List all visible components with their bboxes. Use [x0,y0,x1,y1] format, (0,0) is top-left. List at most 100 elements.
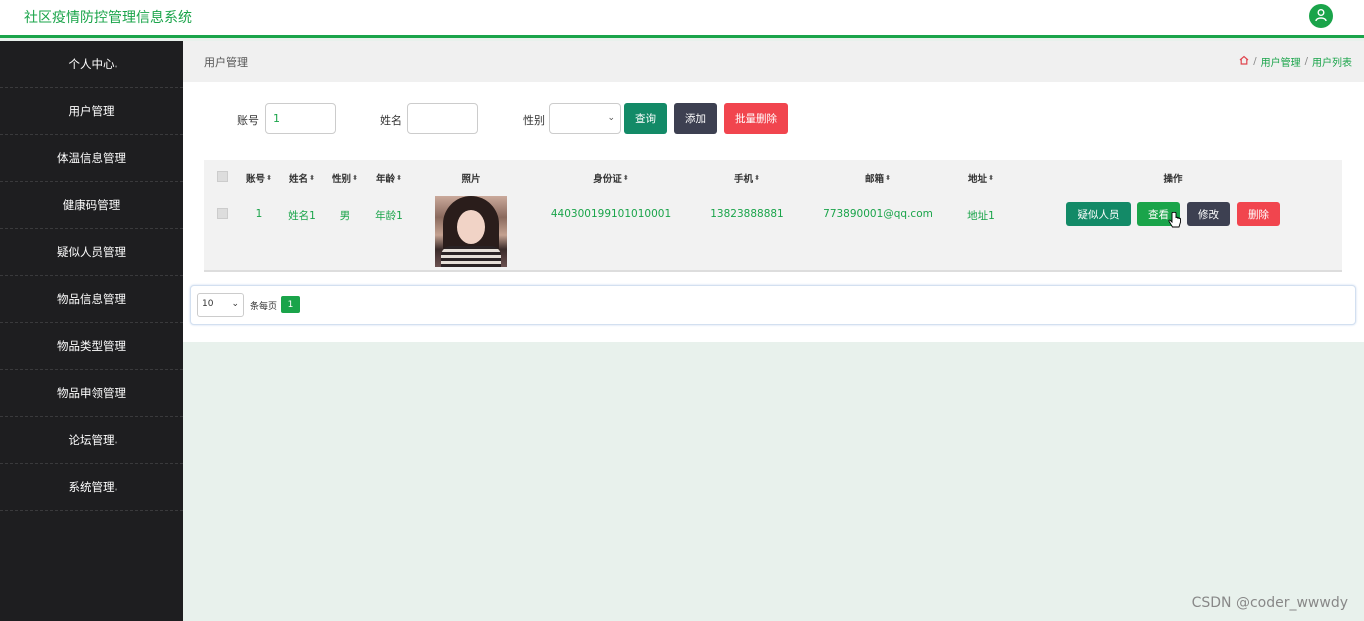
header-label: 年龄 [376,174,396,185]
sort-icon: ⬍ [622,174,629,182]
pagination: 10 ⌄ 条每页 1 [190,285,1356,325]
header-label: 姓名 [289,174,309,185]
sort-icon: ⬍ [309,174,315,182]
column-header-name[interactable]: 姓名 ⬍ [289,171,315,185]
sidebar-item-label: 论坛管理 [68,433,115,447]
sidebar-item-label: 用户管理 [68,104,115,118]
sidebar-item-forum[interactable]: 论坛管理 • [0,417,183,464]
search-form: 账号 1 姓名 性别 ⌄ 查询 添加 批量删除 [183,103,1364,135]
header-label: 账号 [246,174,266,185]
menu-dot-icon: • [110,110,115,118]
cell-name: 姓名1 [288,210,316,222]
breadcrumb-separator: / [1304,56,1308,67]
cell-phone: 13823888881 [710,208,784,220]
gender-select[interactable]: ⌄ [549,103,621,134]
account-input[interactable]: 1 [265,103,336,134]
app-title: 社区疫情防控管理信息系统 [24,10,192,26]
sidebar-item-label: 健康码管理 [62,198,121,212]
sort-icon: ⬍ [754,174,760,182]
main-content: 用户管理 / 用户管理 / 用户列表 账号 1 姓名 性别 ⌄ 查询 添加 批量… [183,41,1364,342]
menu-dot-icon: • [114,486,119,494]
header-label: 地址 [968,174,988,185]
breadcrumb-separator: / [1253,56,1257,67]
cell-email: 773890001@qq.com [823,208,933,220]
sidebar-item-goods-info[interactable]: 物品信息管理 • [0,276,183,323]
page-size-select[interactable]: 10 ⌄ [197,293,244,317]
sort-icon: ⬍ [885,174,891,182]
sort-icon: ⬍ [352,174,358,182]
menu-dot-icon: • [114,204,119,212]
column-header-email[interactable]: 邮箱 ⬍ [865,171,891,185]
user-avatar[interactable] [1309,4,1333,28]
suspected-button[interactable]: 疑似人员 [1066,202,1131,226]
account-label: 账号 [237,114,259,127]
header-label: 手机 [734,174,754,185]
chevron-down-icon: ⌄ [231,299,239,309]
column-header-address[interactable]: 地址 ⬍ [968,171,994,185]
name-input[interactable] [407,103,478,134]
sidebar-item-personal-center[interactable]: 个人中心 • [0,41,183,88]
column-header-gender[interactable]: 性别 ⬍ [332,171,358,185]
column-header-actions: 操作 [1163,171,1182,185]
name-label: 姓名 [380,114,402,127]
add-button[interactable]: 添加 [674,103,717,134]
sidebar-item-suspected[interactable]: 疑似人员管理 • [0,229,183,276]
header-label: 邮箱 [865,174,885,185]
page-title: 用户管理 [204,56,248,69]
cell-gender: 男 [339,210,351,222]
query-button[interactable]: 查询 [624,103,667,134]
sort-icon: ⬍ [266,174,272,182]
sidebar-item-temperature[interactable]: 体温信息管理 • [0,135,183,182]
sidebar-item-user-management[interactable]: 用户管理 • [0,88,183,135]
cell-age: 年龄1 [375,210,403,222]
select-all-checkbox[interactable] [217,171,228,182]
chevron-down-icon: ⌄ [607,113,615,123]
column-header-phone[interactable]: 手机 ⬍ [734,171,760,185]
menu-dot-icon: • [114,298,119,306]
menu-dot-icon: • [114,251,119,259]
sidebar-item-health-code[interactable]: 健康码管理 • [0,182,183,229]
column-header-photo: 照片 [461,171,480,185]
column-header-age[interactable]: 年龄 ⬍ [376,171,402,185]
sidebar-item-label: 系统管理 [68,480,115,494]
menu-dot-icon: • [114,392,119,400]
cell-account: 1 [255,208,263,220]
sort-icon: ⬍ [396,174,402,182]
batch-delete-button[interactable]: 批量删除 [724,103,788,134]
watermark: CSDN @coder_wwwdy [1191,595,1348,611]
header-label: 身份证 [593,174,622,185]
menu-dot-icon: • [114,439,119,447]
menu-dot-icon: • [114,345,119,353]
hand-cursor-icon [1168,211,1182,233]
sidebar-item-goods-type[interactable]: 物品类型管理 • [0,323,183,370]
breadcrumb-item[interactable]: 用户管理 [1261,54,1301,69]
user-icon [1314,8,1328,25]
sidebar: 个人中心 • 用户管理 • 体温信息管理 • 健康码管理 • 疑似人员管理 • 物品信息管… [0,41,183,621]
sidebar-item-goods-apply[interactable]: 物品申领管理 • [0,370,183,417]
row-checkbox[interactable] [217,208,228,219]
menu-dot-icon: • [114,157,119,165]
breadcrumb-item[interactable]: 用户列表 [1312,54,1352,69]
column-header-id-card[interactable]: 身份证 ⬍ [593,171,628,185]
sidebar-item-label: 个人中心 [68,57,115,71]
breadcrumb: / 用户管理 / 用户列表 [1239,54,1352,69]
menu-dot-icon: • [114,63,119,71]
home-icon[interactable] [1239,55,1249,68]
column-header-account[interactable]: 账号 ⬍ [246,171,272,185]
page-size-value: 10 [202,299,214,309]
gender-label: 性别 [523,114,545,127]
sidebar-item-system[interactable]: 系统管理 • [0,464,183,511]
breadcrumb-bar: 用户管理 / 用户管理 / 用户列表 [183,41,1364,82]
sort-icon: ⬍ [988,174,994,182]
per-page-label: 条每页 [250,302,278,312]
cell-id-card: 440300199101010001 [550,208,672,220]
page-number-button[interactable]: 1 [281,296,300,313]
top-bar: 社区疫情防控管理信息系统 [0,0,1364,38]
header-label: 性别 [332,174,352,185]
cell-address: 地址1 [967,210,995,222]
delete-button[interactable]: 删除 [1237,202,1280,226]
header-label: 操作 [1163,174,1183,185]
edit-button[interactable]: 修改 [1187,202,1230,226]
header-label: 照片 [461,174,481,185]
user-photo [435,196,507,267]
